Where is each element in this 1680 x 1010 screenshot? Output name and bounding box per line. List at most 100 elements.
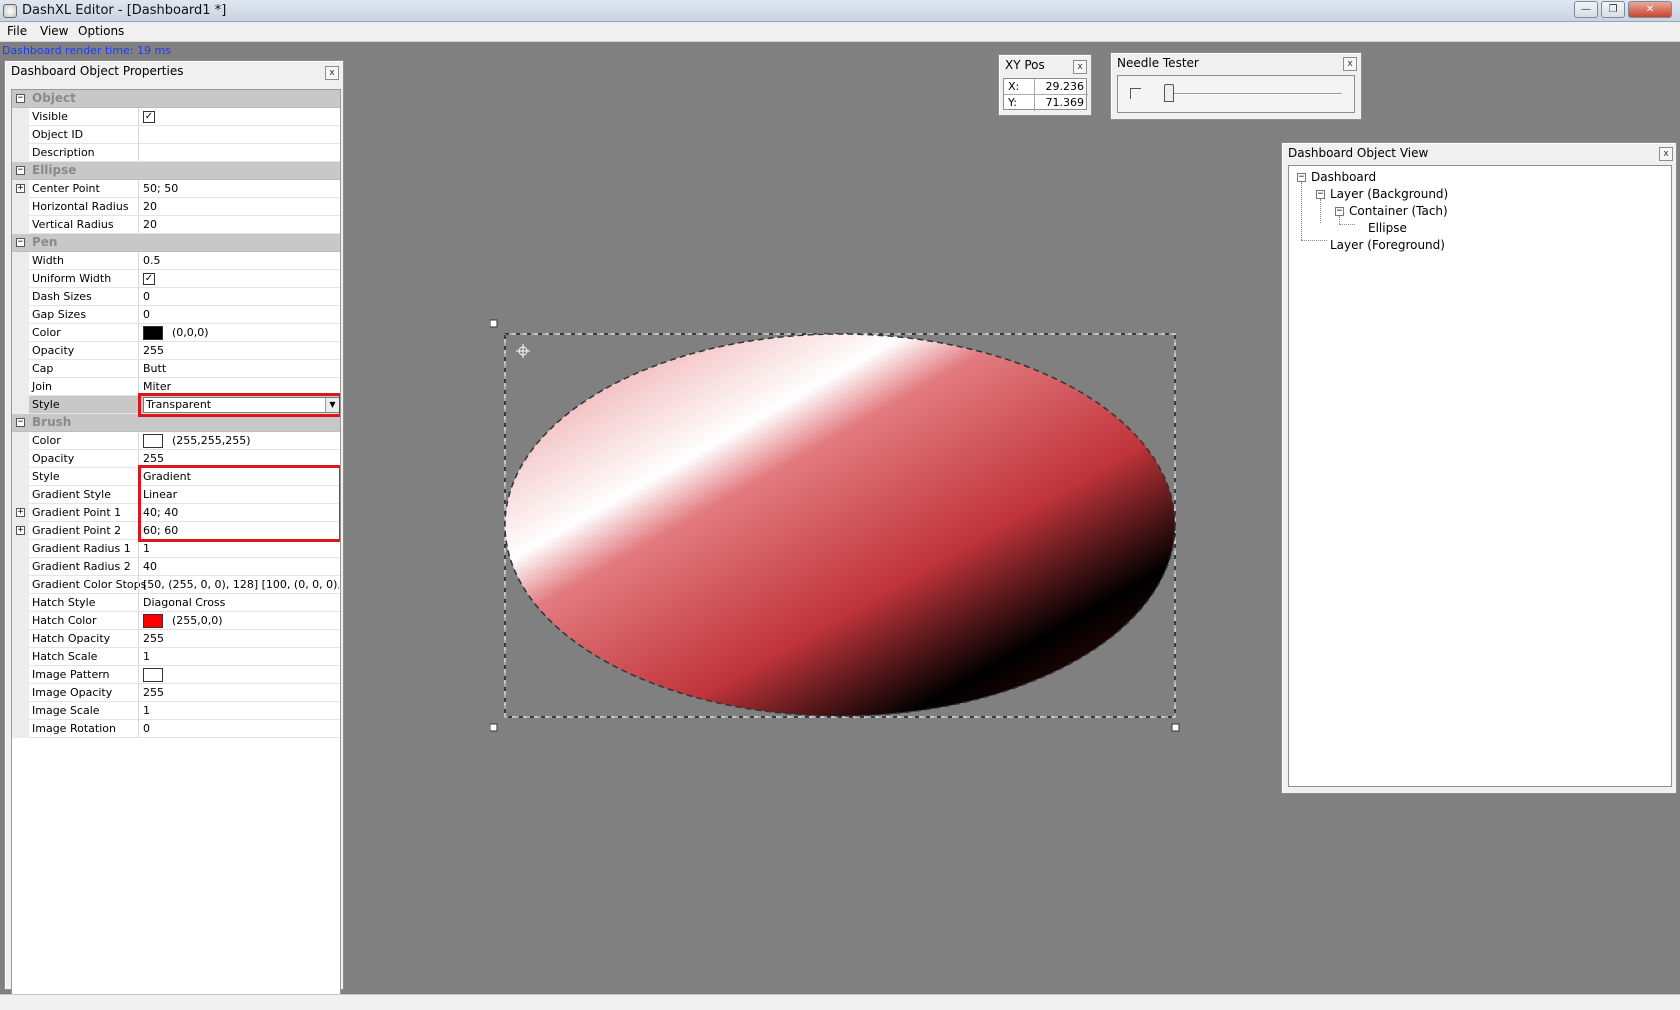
needle-slider-thumb[interactable]	[1164, 84, 1174, 102]
style-dropdown[interactable]: Transparent ▼	[143, 397, 340, 413]
property-row-image-pattern[interactable]: Image Pattern	[12, 666, 340, 684]
property-row-image-scale[interactable]: Image Scale 1	[12, 702, 340, 720]
property-row-image-rotation[interactable]: Image Rotation 0	[12, 720, 340, 738]
tree-collapse-icon[interactable]: −	[1297, 173, 1306, 182]
tree-node-layer-background[interactable]: Layer (Background)	[1330, 187, 1448, 201]
needle-slider-track[interactable]	[1164, 93, 1342, 95]
vertical-radius-value[interactable]: 20	[143, 218, 339, 231]
property-row-gradient-radius-2[interactable]: Gradient Radius 2 40	[12, 558, 340, 576]
property-row-horizontal-radius[interactable]: Horizontal Radius 20	[12, 198, 340, 216]
property-row-hatch-opacity[interactable]: Hatch Opacity 255	[12, 630, 340, 648]
gradient-radius-2-value[interactable]: 40	[143, 560, 339, 573]
property-row-opacity[interactable]: Opacity 255	[12, 450, 340, 468]
xy-pos-close-icon[interactable]: x	[1073, 60, 1087, 74]
collapse-icon[interactable]: −	[16, 238, 25, 247]
gradient-color-stops-value[interactable]: [50, (255, 0, 0), 128] [100, (0, 0, 0), …	[143, 578, 339, 591]
expand-icon[interactable]: +	[16, 184, 25, 193]
tree-collapse-icon[interactable]: −	[1335, 207, 1344, 216]
property-row-description[interactable]: Description	[12, 144, 340, 162]
category-ellipse[interactable]: − Ellipse	[12, 162, 340, 180]
resize-handle-bottom-left[interactable]	[490, 723, 498, 732]
property-row-gradient-color-stops[interactable]: Gradient Color Stops [50, (255, 0, 0), 12…	[12, 576, 340, 594]
expand-icon[interactable]: +	[16, 526, 25, 535]
color-swatch[interactable]	[143, 434, 163, 448]
tree-node-container-tach[interactable]: Container (Tach)	[1349, 204, 1448, 218]
hatch-opacity-value[interactable]: 255	[143, 632, 339, 645]
image-opacity-value[interactable]: 255	[143, 686, 339, 699]
property-row-opacity[interactable]: Opacity 255	[12, 342, 340, 360]
cap-value[interactable]: Butt	[143, 362, 339, 375]
needle-enable-checkbox[interactable]	[1130, 88, 1141, 99]
property-row-dash-sizes[interactable]: Dash Sizes 0	[12, 288, 340, 306]
property-row-gradient-point-1[interactable]: + Gradient Point 1 40; 40	[12, 504, 340, 522]
property-row-cap[interactable]: Cap Butt	[12, 360, 340, 378]
horizontal-radius-value[interactable]: 20	[143, 200, 339, 213]
join-value[interactable]: Miter	[143, 380, 339, 393]
property-row-center-point[interactable]: + Center Point 50; 50	[12, 180, 340, 198]
gradient-ellipse[interactable]	[504, 333, 1176, 717]
property-row-gradient-radius-1[interactable]: Gradient Radius 1 1	[12, 540, 340, 558]
image-pattern-swatch[interactable]	[143, 668, 163, 682]
gap-sizes-value[interactable]: 0	[143, 308, 339, 321]
gradient-radius-1-value[interactable]: 1	[143, 542, 339, 555]
style-value[interactable]: Gradient	[143, 470, 339, 483]
uniform-width-checkbox[interactable]: ✓	[143, 273, 155, 285]
minimize-button[interactable]: —	[1574, 1, 1598, 18]
property-row-style[interactable]: Style Gradient	[12, 468, 340, 486]
menu-file[interactable]: File	[7, 24, 27, 38]
property-row-visible[interactable]: Visible ✓	[12, 108, 340, 126]
dash-sizes-value[interactable]: 0	[143, 290, 339, 303]
property-row-color[interactable]: Color (255,255,255)	[12, 432, 340, 450]
close-button[interactable]: ✕	[1628, 1, 1672, 18]
width-value[interactable]: 0.5	[143, 254, 339, 267]
expand-icon[interactable]: +	[16, 508, 25, 517]
tree-node-ellipse[interactable]: Ellipse	[1368, 221, 1407, 235]
collapse-icon[interactable]: −	[16, 94, 25, 103]
property-row-vertical-radius[interactable]: Vertical Radius 20	[12, 216, 340, 234]
property-row-gradient-point-2[interactable]: + Gradient Point 2 60; 60	[12, 522, 340, 540]
gradient-style-value[interactable]: Linear	[143, 488, 339, 501]
property-row-style[interactable]: Style Transparent ▼	[12, 396, 340, 414]
menu-options[interactable]: Options	[78, 24, 124, 38]
restore-button[interactable]: ❐	[1601, 1, 1625, 18]
property-row-uniform-width[interactable]: Uniform Width ✓	[12, 270, 340, 288]
properties-close-icon[interactable]: x	[325, 66, 339, 80]
property-row-object-id[interactable]: Object ID	[12, 126, 340, 144]
tree-node-layer-foreground[interactable]: Layer (Foreground)	[1330, 238, 1445, 252]
gradient-point-2-value[interactable]: 60; 60	[143, 524, 339, 537]
opacity-value[interactable]: 255	[143, 452, 339, 465]
property-row-image-opacity[interactable]: Image Opacity 255	[12, 684, 340, 702]
needle-tester-close-icon[interactable]: x	[1343, 57, 1357, 71]
tree-collapse-icon[interactable]: −	[1316, 190, 1325, 199]
category-pen[interactable]: − Pen	[12, 234, 340, 252]
property-row-hatch-style[interactable]: Hatch Style Diagonal Cross	[12, 594, 340, 612]
property-row-hatch-color[interactable]: Hatch Color (255,0,0)	[12, 612, 340, 630]
property-row-width[interactable]: Width 0.5	[12, 252, 340, 270]
image-scale-value[interactable]: 1	[143, 704, 339, 717]
collapse-icon[interactable]: −	[16, 418, 25, 427]
collapse-icon[interactable]: −	[16, 166, 25, 175]
hatch-color-swatch[interactable]	[143, 614, 163, 628]
chevron-down-icon[interactable]: ▼	[325, 398, 339, 412]
category-object[interactable]: − Object	[12, 90, 340, 108]
image-rotation-value[interactable]: 0	[143, 722, 339, 735]
property-row-gap-sizes[interactable]: Gap Sizes 0	[12, 306, 340, 324]
property-row-join[interactable]: Join Miter	[12, 378, 340, 396]
opacity-value[interactable]: 255	[143, 344, 339, 357]
property-row-gradient-style[interactable]: Gradient Style Linear	[12, 486, 340, 504]
hatch-scale-value[interactable]: 1	[143, 650, 339, 663]
menu-view[interactable]: View	[40, 24, 68, 38]
gradient-point-1-value[interactable]: 40; 40	[143, 506, 339, 519]
hatch-style-value[interactable]: Diagonal Cross	[143, 596, 339, 609]
property-row-hatch-scale[interactable]: Hatch Scale 1	[12, 648, 340, 666]
color-swatch[interactable]	[143, 326, 163, 340]
resize-handle-top-left[interactable]	[490, 319, 498, 328]
center-point-value[interactable]: 50; 50	[143, 182, 339, 195]
category-brush[interactable]: − Brush	[12, 414, 340, 432]
tree-node-dashboard[interactable]: Dashboard	[1311, 170, 1376, 184]
canvas-ellipse-selection[interactable]	[490, 316, 1180, 732]
property-row-color[interactable]: Color (0,0,0)	[12, 324, 340, 342]
resize-handle-bottom-right[interactable]	[1171, 723, 1180, 732]
object-view-close-icon[interactable]: x	[1659, 147, 1673, 161]
visible-checkbox[interactable]: ✓	[143, 111, 155, 123]
